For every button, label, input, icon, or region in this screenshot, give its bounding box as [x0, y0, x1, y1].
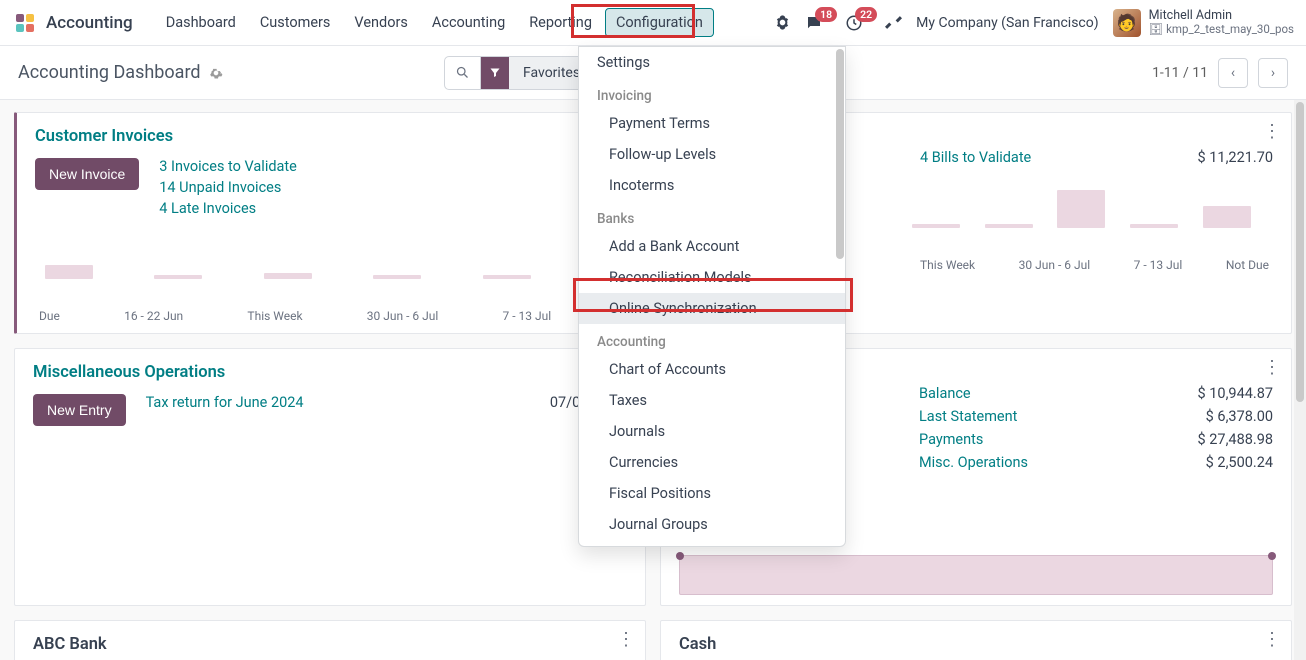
card-title[interactable]: ABC Bank [33, 635, 627, 654]
page-title: Accounting Dashboard [18, 62, 223, 83]
filter-icon [481, 57, 509, 89]
dd-journals[interactable]: Journals [579, 416, 845, 447]
app-name[interactable]: Accounting [46, 13, 133, 33]
card-menu-icon[interactable]: ⋮ [617, 631, 635, 649]
card-menu-icon[interactable]: ⋮ [1263, 631, 1281, 649]
dd-taxes[interactable]: Taxes [579, 385, 845, 416]
dd-settings[interactable]: Settings [579, 47, 845, 78]
dd-recon-models[interactable]: Reconciliation Models [579, 262, 845, 293]
link-balance[interactable]: Balance [919, 385, 1178, 402]
company-switcher[interactable]: My Company (San Francisco) [916, 15, 1098, 31]
card-title[interactable]: Miscellaneous Operations [33, 363, 627, 382]
nav-items: Dashboard Customers Vendors Accounting R… [155, 8, 714, 37]
link-late[interactable]: 4 Late Invoices [159, 200, 573, 217]
card-abc-bank: ⋮ ABC Bank Connect Bank Balance $ 2,000.… [14, 620, 646, 660]
topbar-right: 18 22 My Company (San Francisco) 🧑 Mitch… [774, 9, 1294, 37]
dd-currencies[interactable]: Currencies [579, 447, 845, 478]
bar-chart [35, 239, 628, 279]
link-unpaid[interactable]: 14 Unpaid Invoices [159, 179, 573, 196]
activities-icon[interactable]: 22 [845, 14, 863, 32]
configuration-dropdown: Settings Invoicing Payment Terms Follow-… [578, 46, 846, 547]
dd-header-banks: Banks [579, 201, 845, 231]
card-title[interactable]: Customer Invoices [35, 127, 628, 146]
pager-prev[interactable]: ‹ [1218, 58, 1248, 88]
nav-customers[interactable]: Customers [249, 8, 342, 37]
pager: 1-11 / 11 ‹ › [1152, 58, 1288, 88]
dd-coa[interactable]: Chart of Accounts [579, 354, 845, 385]
card-menu-icon[interactable]: ⋮ [1263, 123, 1281, 141]
dd-online-sync[interactable]: Online Synchronization [579, 293, 845, 324]
nav-reporting[interactable]: Reporting [518, 8, 603, 37]
pager-next[interactable]: › [1258, 58, 1288, 88]
avatar: 🧑 [1113, 9, 1141, 37]
favorites-chip[interactable]: Favorites [480, 57, 592, 89]
topbar: Accounting Dashboard Customers Vendors A… [0, 0, 1306, 46]
dropdown-scrollbar[interactable] [832, 48, 844, 547]
new-invoice-button[interactable]: New Invoice [35, 158, 139, 190]
nav-vendors[interactable]: Vendors [343, 8, 418, 37]
tools-icon[interactable] [885, 14, 902, 31]
messages-badge: 18 [815, 7, 837, 22]
nav-configuration[interactable]: Configuration [605, 8, 714, 37]
debug-icon[interactable] [774, 14, 791, 31]
card-menu-icon[interactable]: ⋮ [1263, 359, 1281, 377]
dd-payment-terms[interactable]: Payment Terms [579, 108, 845, 139]
dd-journal-groups[interactable]: Journal Groups [579, 509, 845, 540]
main-scrollbar[interactable] [1294, 100, 1306, 660]
search-bar[interactable]: Favorites [444, 56, 593, 90]
activities-badge: 22 [855, 7, 877, 22]
link-payments[interactable]: Payments [919, 431, 1178, 448]
app-logo[interactable] [12, 10, 38, 36]
link-tax-return[interactable]: Tax return for June 2024 [146, 394, 530, 411]
messages-icon[interactable]: 18 [805, 14, 823, 32]
bank-timeline [679, 555, 1273, 595]
pager-text: 1-11 / 11 [1152, 65, 1208, 81]
search-icon [445, 65, 480, 80]
dd-fiscal[interactable]: Fiscal Positions [579, 478, 845, 509]
card-title[interactable]: Cash [679, 635, 1273, 654]
dd-header-accounting: Accounting [579, 324, 845, 354]
dd-header-invoicing: Invoicing [579, 78, 845, 108]
nav-accounting[interactable]: Accounting [421, 8, 516, 37]
link-bills-validate[interactable]: 4 Bills to Validate [920, 149, 1178, 166]
bar-axis: Due 16 - 22 Jun This Week 30 Jun - 6 Jul… [35, 309, 628, 323]
link-last-stmt[interactable]: Last Statement [919, 408, 1178, 425]
gear-icon[interactable] [209, 66, 223, 80]
val-bills: $ 11,221.70 [1198, 149, 1273, 166]
user-menu[interactable]: 🧑 Mitchell Admin 🗄 kmp_2_test_may_30_pos [1113, 9, 1294, 37]
link-to-validate[interactable]: 3 Invoices to Validate [159, 158, 573, 175]
dd-followup[interactable]: Follow-up Levels [579, 139, 845, 170]
link-misc-ops[interactable]: Misc. Operations [919, 454, 1178, 471]
user-db: 🗄 kmp_2_test_may_30_pos [1149, 23, 1294, 36]
dd-add-bank[interactable]: Add a Bank Account [579, 231, 845, 262]
card-cash: ⋮ Cash Reconcile 5 Items Balance $ -0.00 [660, 620, 1292, 660]
dd-incoterms[interactable]: Incoterms [579, 170, 845, 201]
card-misc-ops: Miscellaneous Operations New Entry Tax r… [14, 348, 646, 606]
card-customer-invoices: ⋮ Customer Invoices New Invoice 3 Invoic… [14, 112, 647, 334]
new-entry-button[interactable]: New Entry [33, 394, 126, 426]
nav-dashboard[interactable]: Dashboard [155, 8, 247, 37]
user-name: Mitchell Admin [1149, 9, 1294, 23]
